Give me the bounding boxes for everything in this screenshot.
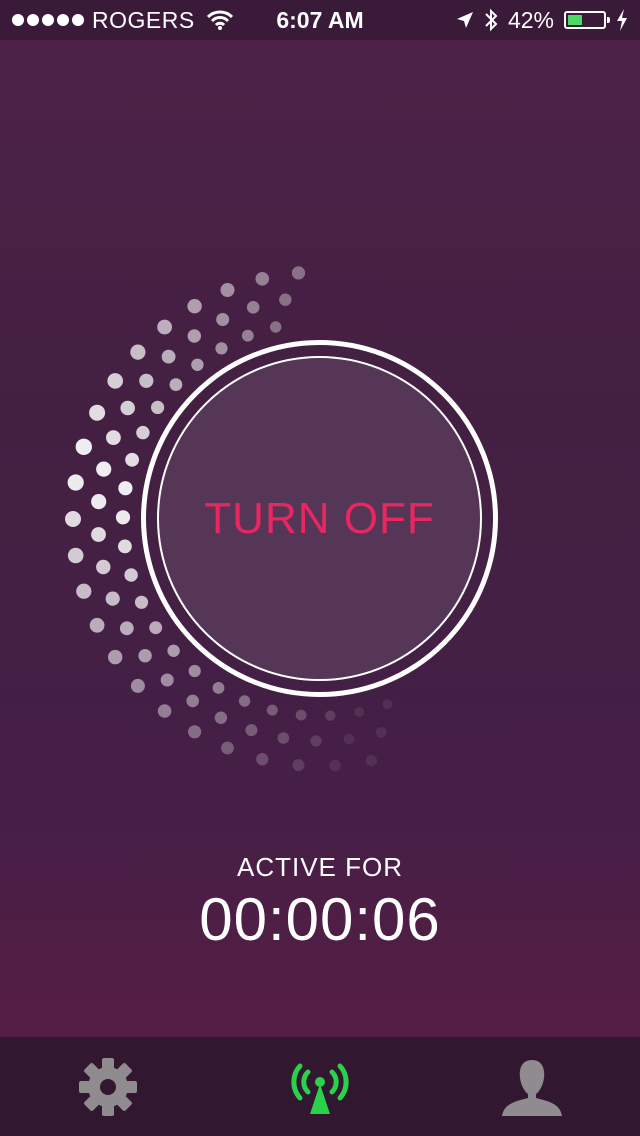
ring-dot bbox=[96, 461, 112, 477]
ring-dot bbox=[108, 649, 123, 665]
tab-settings[interactable] bbox=[48, 1037, 168, 1136]
ring-dot bbox=[238, 695, 251, 707]
ring-dot bbox=[75, 438, 93, 455]
ring-dot bbox=[325, 710, 336, 721]
active-for-label: ACTIVE FOR bbox=[236, 852, 403, 882]
ring-dot bbox=[106, 430, 121, 445]
ring-dot bbox=[216, 313, 230, 326]
ring-dot bbox=[241, 329, 254, 342]
ring-dot bbox=[214, 711, 228, 724]
ring-dot bbox=[138, 649, 152, 663]
ring-dot bbox=[120, 400, 135, 416]
ring-dot bbox=[96, 559, 111, 575]
ring-dot bbox=[255, 272, 270, 286]
ring-dot bbox=[89, 617, 105, 633]
ring-dot bbox=[220, 283, 235, 297]
ring-dot bbox=[157, 319, 173, 335]
ring-dot bbox=[188, 664, 201, 678]
ring-dot bbox=[270, 321, 282, 333]
broadcast-tower-icon bbox=[291, 1063, 349, 1114]
ring-dot bbox=[266, 704, 278, 716]
gear-icon bbox=[79, 1057, 137, 1116]
ring-dot bbox=[215, 342, 228, 355]
ring-dot bbox=[130, 678, 145, 693]
ring-dot bbox=[245, 724, 258, 737]
ring-dot bbox=[292, 759, 305, 772]
ring-dot bbox=[167, 644, 180, 657]
ring-dot bbox=[191, 358, 204, 371]
ring-dot bbox=[89, 404, 106, 421]
ring-dot bbox=[382, 699, 393, 709]
ring-dot bbox=[118, 481, 133, 496]
ring-dot bbox=[161, 349, 176, 364]
ring-dot bbox=[76, 583, 92, 599]
ring-dot bbox=[157, 704, 172, 718]
ring-dot bbox=[124, 568, 138, 582]
ring-dot bbox=[329, 759, 341, 772]
ring-dot bbox=[375, 727, 387, 738]
ring-dot bbox=[221, 741, 234, 755]
tab-profile[interactable] bbox=[472, 1037, 592, 1136]
ring-dot bbox=[67, 547, 84, 564]
tab-bar bbox=[0, 1037, 640, 1136]
ring-dot bbox=[105, 591, 120, 606]
ring-dot bbox=[65, 511, 81, 527]
ring-dot bbox=[136, 425, 150, 440]
ring-dot bbox=[67, 474, 84, 491]
person-icon bbox=[502, 1059, 562, 1116]
turn-off-button[interactable]: TURN OFF bbox=[157, 356, 482, 681]
ring-dot bbox=[160, 673, 174, 687]
ring-dot bbox=[107, 373, 123, 389]
turn-off-label: TURN OFF bbox=[204, 493, 435, 543]
ring-dot bbox=[291, 266, 306, 280]
ring-dot bbox=[343, 733, 355, 745]
ring-dot bbox=[130, 344, 146, 360]
ring-dot bbox=[125, 452, 139, 467]
ring-dot bbox=[310, 735, 322, 747]
ring-dot bbox=[91, 527, 106, 542]
ring-dot bbox=[169, 378, 183, 391]
ring-dot bbox=[119, 621, 134, 636]
tab-broadcast[interactable] bbox=[260, 1037, 380, 1136]
ring-dot bbox=[365, 755, 377, 767]
active-timer: 00:00:06 bbox=[199, 886, 441, 953]
ring-dot bbox=[186, 694, 199, 708]
ring-dot bbox=[354, 707, 365, 717]
ring-dot bbox=[246, 301, 260, 314]
ring-dot bbox=[115, 510, 131, 525]
ring-dot bbox=[188, 725, 202, 739]
ring-dot bbox=[118, 539, 132, 554]
ring-dot bbox=[295, 709, 307, 721]
ring-dot bbox=[134, 595, 149, 609]
ring-dot bbox=[212, 682, 225, 694]
ring-dot bbox=[277, 732, 290, 744]
ring-dot bbox=[91, 494, 107, 510]
ring-dot bbox=[139, 373, 154, 388]
ring-dot bbox=[187, 299, 202, 314]
ring-dot bbox=[256, 753, 269, 766]
ring-dot bbox=[279, 293, 292, 306]
ring-dot bbox=[149, 621, 163, 635]
ring-dot bbox=[151, 400, 165, 414]
ring-dot bbox=[187, 329, 201, 343]
